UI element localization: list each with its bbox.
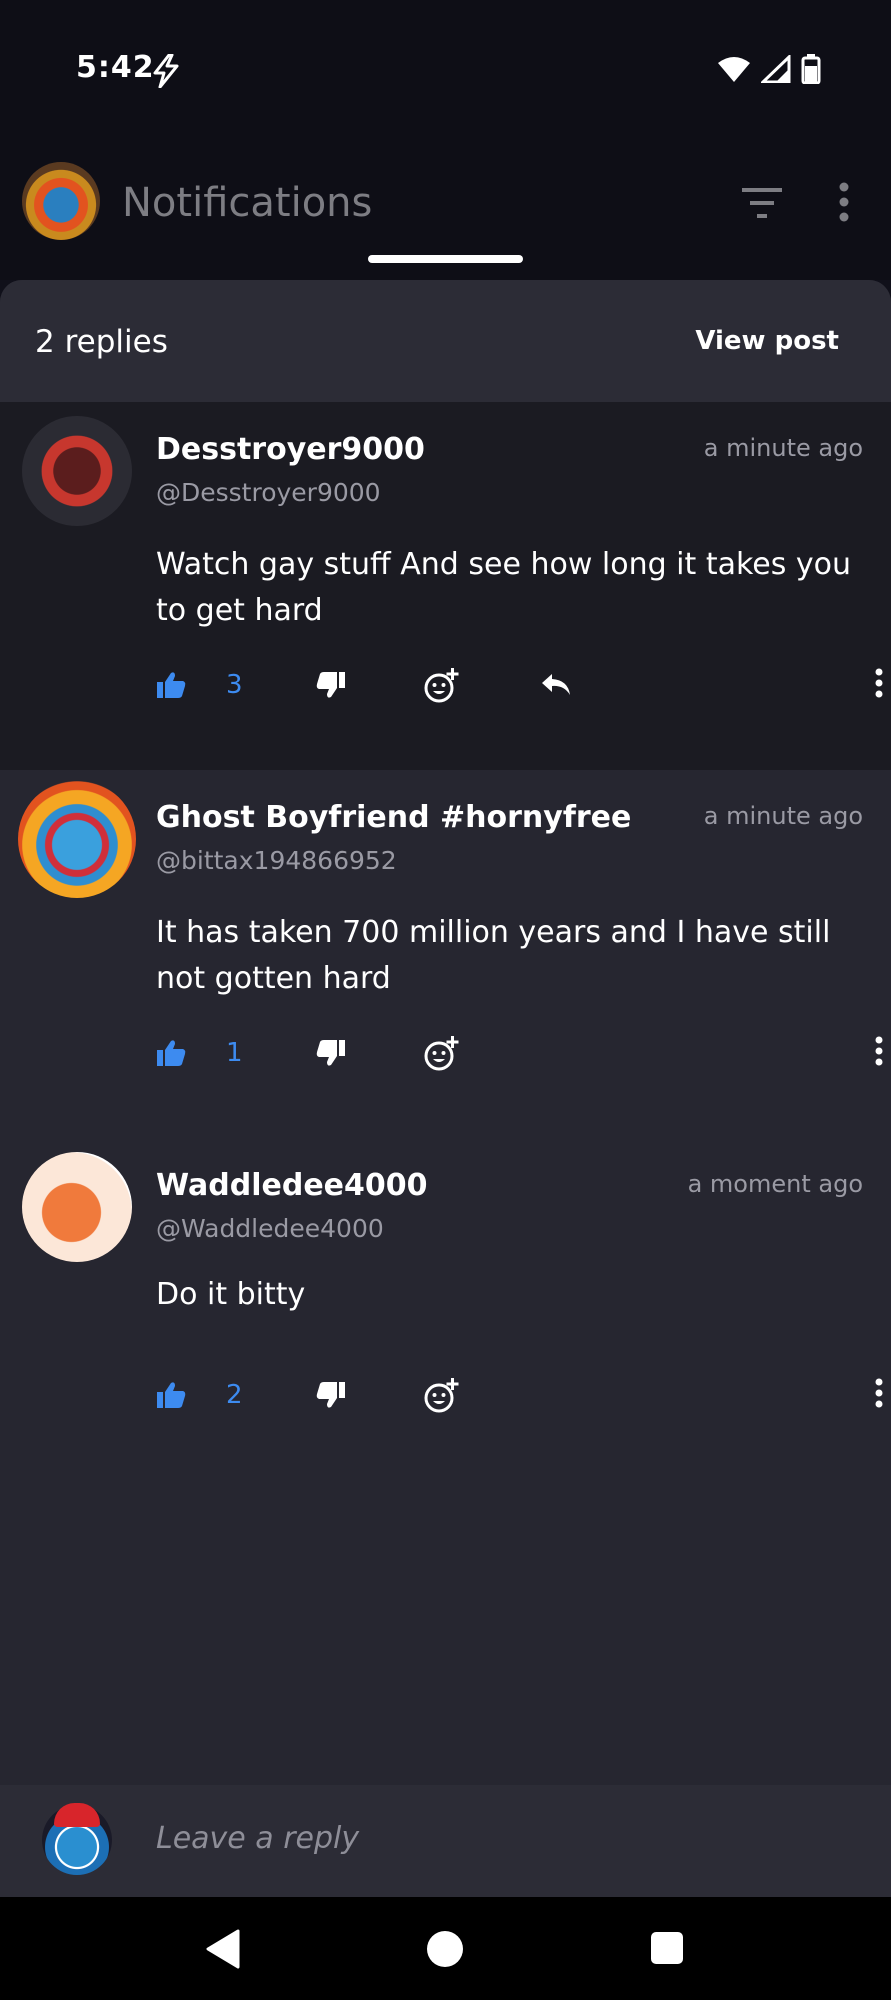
add-reaction-icon[interactable] bbox=[424, 660, 460, 710]
like-icon[interactable] bbox=[156, 1370, 186, 1420]
battery-icon bbox=[801, 54, 821, 88]
comment-actions: 3 bbox=[156, 660, 883, 710]
reply-input[interactable]: Leave a reply bbox=[156, 1821, 359, 1856]
home-icon[interactable] bbox=[427, 1931, 463, 1967]
recents-icon[interactable] bbox=[651, 1932, 683, 1964]
comment-actions: 2 bbox=[156, 1370, 883, 1420]
profile-avatar[interactable] bbox=[22, 162, 100, 240]
comment-item: Waddledee4000 @Waddledee4000 a moment ag… bbox=[0, 1138, 891, 1458]
replies-count: 2 replies bbox=[35, 324, 168, 360]
comment-timestamp: a moment ago bbox=[687, 1170, 863, 1198]
filter-icon[interactable] bbox=[740, 186, 784, 224]
back-icon[interactable] bbox=[205, 1929, 241, 1973]
like-count: 1 bbox=[226, 1038, 243, 1068]
more-vertical-icon[interactable] bbox=[837, 182, 851, 226]
more-vertical-icon[interactable] bbox=[874, 1378, 884, 1412]
comment-handle: @Desstroyer9000 bbox=[156, 478, 381, 507]
comment-handle: @bittax194866952 bbox=[156, 846, 397, 875]
comment-item: Ghost Boyfriend #hornyfree @bittax194866… bbox=[0, 770, 891, 1138]
more-vertical-icon[interactable] bbox=[874, 1036, 884, 1070]
comment-username[interactable]: Desstroyer9000 bbox=[156, 432, 425, 467]
like-count: 2 bbox=[226, 1380, 243, 1410]
dislike-icon[interactable] bbox=[316, 1028, 346, 1078]
dislike-icon[interactable] bbox=[316, 1370, 346, 1420]
reply-icon[interactable] bbox=[540, 660, 572, 710]
user-avatar[interactable] bbox=[18, 780, 136, 898]
comment-actions: 1 bbox=[156, 1028, 883, 1078]
like-icon[interactable] bbox=[156, 660, 186, 710]
user-avatar[interactable] bbox=[22, 416, 132, 526]
comment-username[interactable]: Waddledee4000 bbox=[156, 1168, 428, 1203]
comment-text: Do it bitty bbox=[156, 1277, 306, 1312]
bolt-icon bbox=[150, 53, 182, 92]
wifi-icon bbox=[717, 55, 751, 87]
add-reaction-icon[interactable] bbox=[424, 1370, 460, 1420]
add-reaction-icon[interactable] bbox=[424, 1028, 460, 1078]
sheet-drag-handle[interactable] bbox=[368, 255, 523, 263]
signal-icon bbox=[759, 53, 791, 87]
comment-timestamp: a minute ago bbox=[703, 434, 863, 462]
system-nav-bar bbox=[0, 1897, 891, 2000]
replies-sheet: 2 replies View post Desstroyer9000 @Dess… bbox=[0, 280, 891, 1897]
reply-bar: Leave a reply bbox=[0, 1785, 891, 1897]
page-title: Notifications bbox=[122, 180, 373, 226]
sheet-header: 2 replies View post bbox=[0, 280, 891, 402]
view-post-button[interactable]: View post bbox=[695, 326, 839, 356]
comment-text: Watch gay stuff And see how long it take… bbox=[156, 547, 852, 628]
status-bar: 5:42 bbox=[0, 0, 891, 140]
status-icons bbox=[717, 53, 821, 88]
app-header: Notifications bbox=[0, 140, 891, 280]
comment-item: Desstroyer9000 @Desstroyer9000 a minute … bbox=[0, 402, 891, 770]
comment-handle: @Waddledee4000 bbox=[156, 1214, 384, 1243]
like-icon[interactable] bbox=[156, 1028, 186, 1078]
comment-username[interactable]: Ghost Boyfriend #hornyfree bbox=[156, 800, 631, 835]
status-time: 5:42 bbox=[76, 50, 155, 85]
more-vertical-icon[interactable] bbox=[874, 668, 884, 702]
comment-text: It has taken 700 million years and I hav… bbox=[156, 915, 831, 996]
like-count: 3 bbox=[226, 670, 243, 700]
my-avatar bbox=[42, 1803, 112, 1875]
comment-timestamp: a minute ago bbox=[703, 802, 863, 830]
user-avatar[interactable] bbox=[22, 1152, 132, 1262]
dislike-icon[interactable] bbox=[316, 660, 346, 710]
